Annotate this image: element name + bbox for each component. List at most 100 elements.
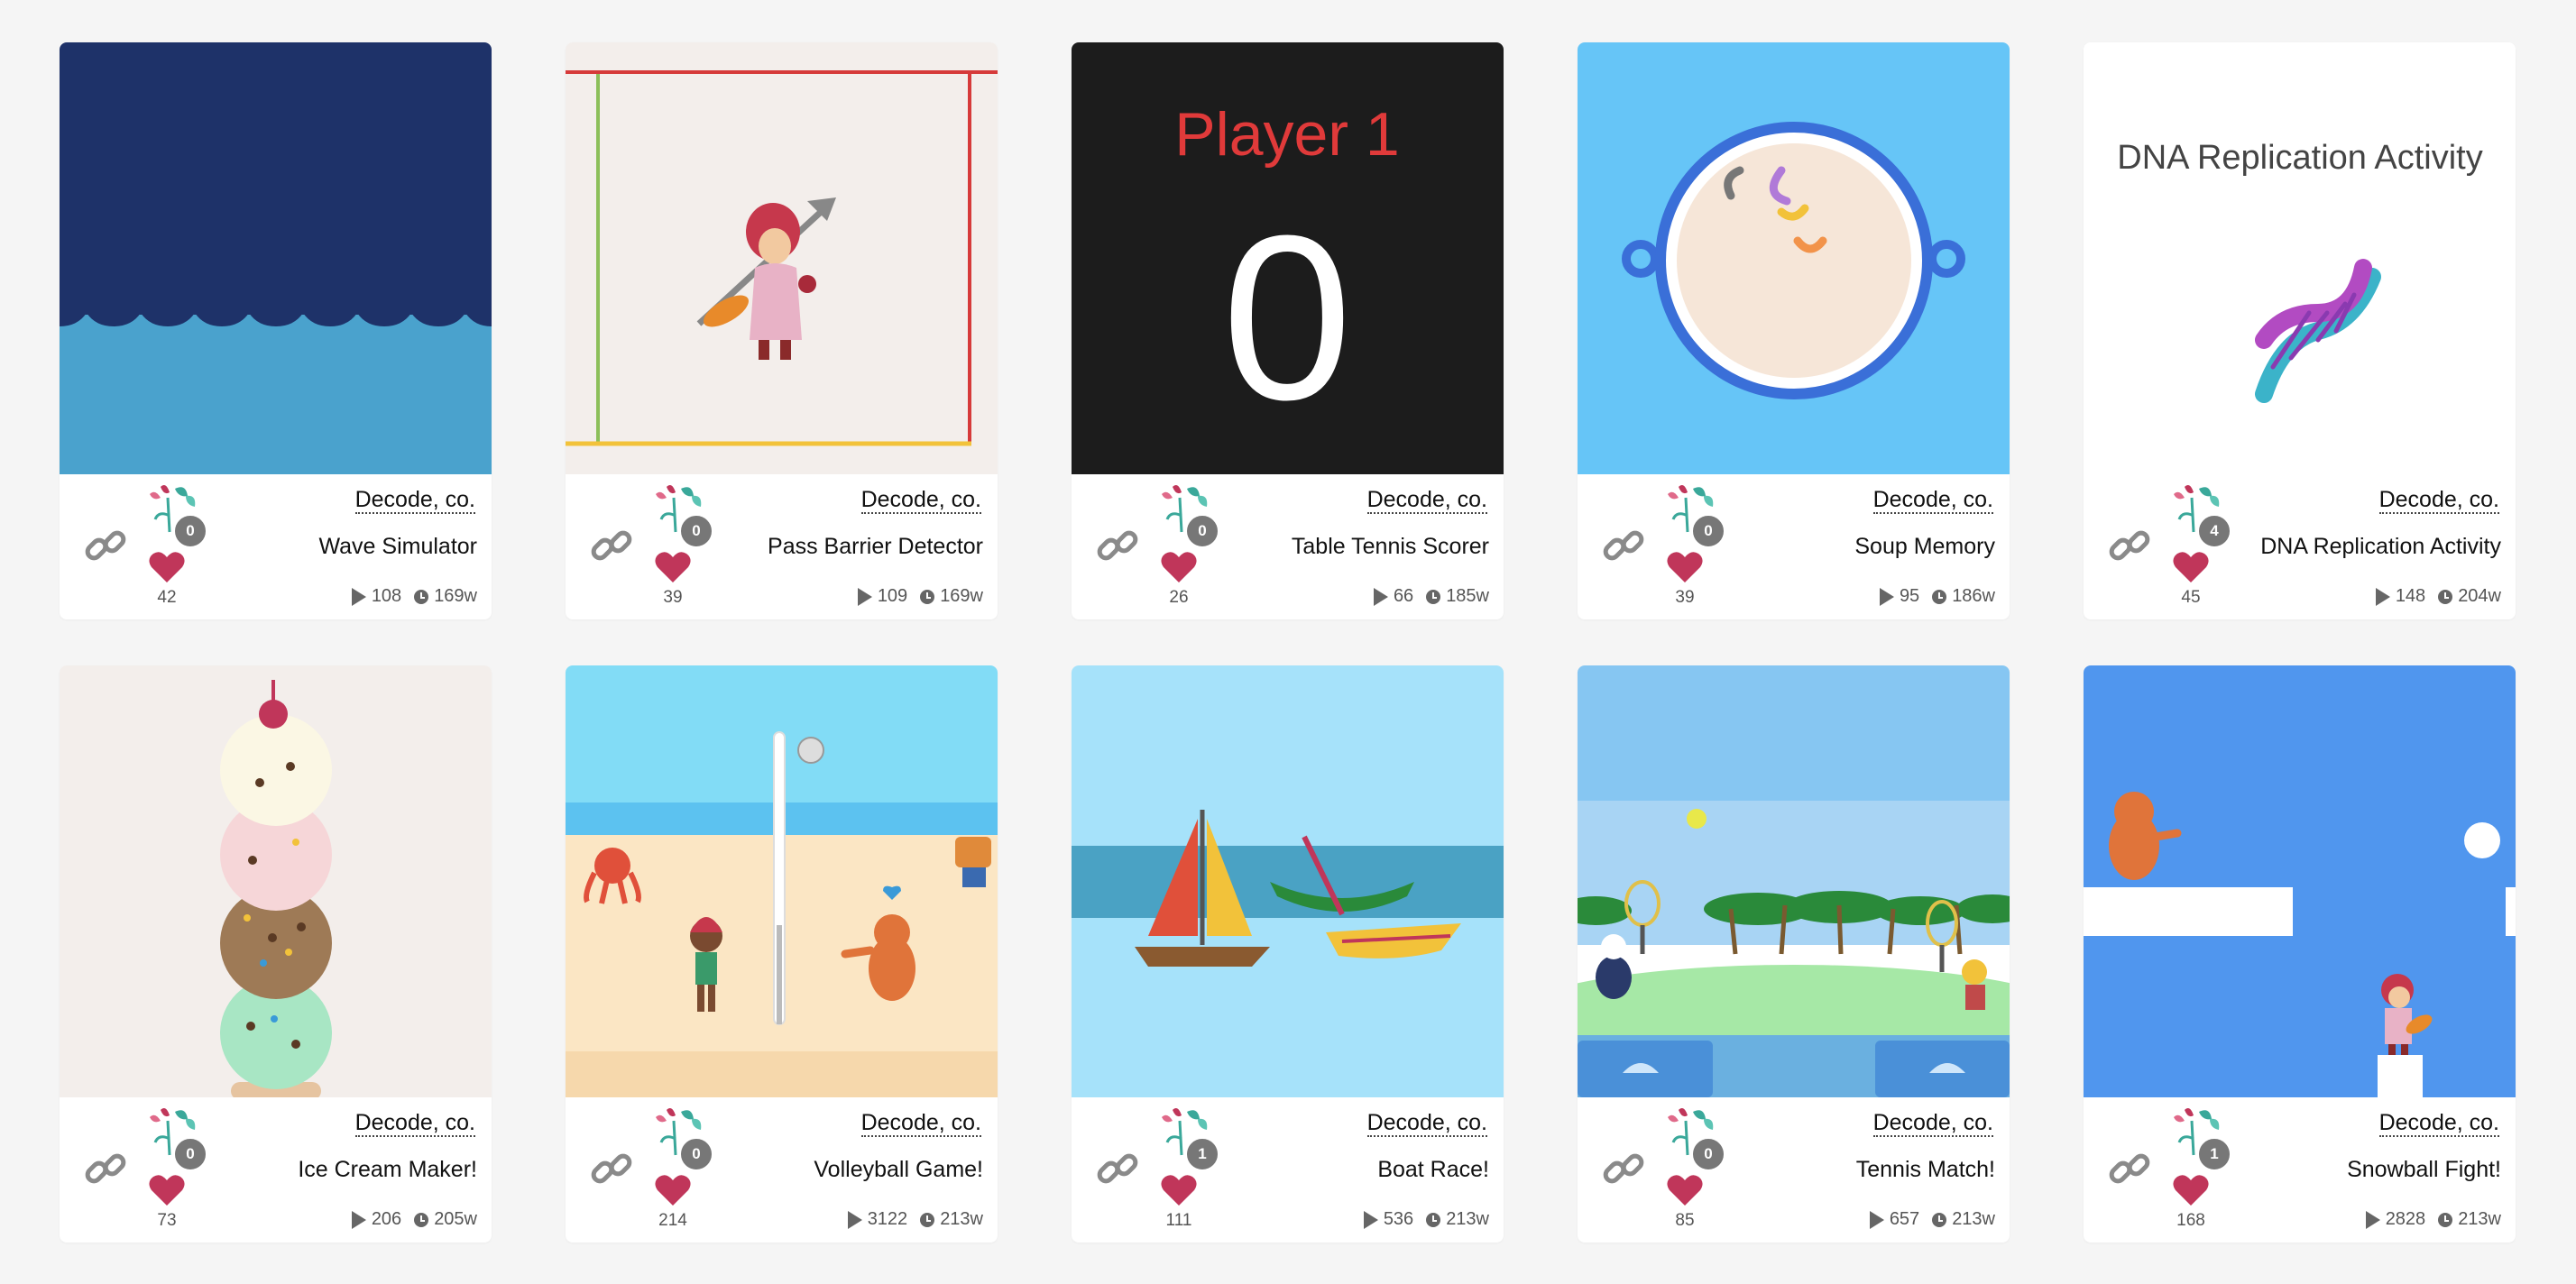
remix-count-badge: 0: [173, 514, 207, 548]
project-title[interactable]: Soup Memory: [1854, 534, 1995, 560]
heart-icon[interactable]: [148, 1173, 186, 1207]
soup-bowl-thumbnail[interactable]: [1578, 42, 2010, 474]
play-icon: [351, 1210, 366, 1229]
project-title[interactable]: Volleyball Game!: [814, 1157, 983, 1183]
like-count: 42: [157, 588, 177, 607]
scoreboard-thumbnail[interactable]: Player 1 0: [1072, 42, 1504, 474]
project-age: 205w: [434, 1209, 477, 1229]
project-card[interactable]: 0 73 Decode, co. Ice Cream Maker! 206 205…: [60, 665, 492, 1243]
project-age: 169w: [434, 586, 477, 606]
play-count: 2828: [2385, 1209, 2426, 1229]
boats-thumbnail[interactable]: [1072, 665, 1504, 1097]
remix-count-badge: 0: [173, 1137, 207, 1171]
scoreboard-player-label: Player 1: [1174, 100, 1399, 169]
project-stats: 536 213w: [1363, 1209, 1489, 1230]
heart-icon[interactable]: [1666, 550, 1704, 584]
project-card[interactable]: 0 85 Decode, co. Tennis Match! 657 213w: [1578, 665, 2010, 1243]
link-icon[interactable]: [81, 521, 132, 572]
project-title[interactable]: Tennis Match!: [1856, 1157, 1995, 1183]
heart-icon[interactable]: [654, 550, 692, 584]
link-icon[interactable]: [1599, 521, 1650, 572]
like-count: 39: [1675, 588, 1695, 607]
remix-count-badge: 4: [2197, 514, 2231, 548]
like-count: 73: [157, 1211, 177, 1230]
dna-thumbnail[interactable]: DNA Replication Activity: [2084, 42, 2516, 474]
play-count: 206: [371, 1209, 402, 1229]
play-count: 108: [371, 586, 402, 606]
link-icon[interactable]: [2105, 1144, 2156, 1195]
snowball-fight-thumbnail[interactable]: [2084, 665, 2516, 1097]
play-count: 3122: [867, 1209, 908, 1229]
author-link[interactable]: Decode, co.: [860, 1110, 981, 1137]
remix-count-badge: 1: [2197, 1137, 2231, 1171]
project-stats: 109 169w: [857, 586, 983, 607]
play-icon: [857, 587, 872, 606]
author-link[interactable]: Decode, co.: [860, 487, 981, 514]
dna-thumb-title: DNA Replication Activity: [2117, 139, 2483, 177]
like-count: 111: [1165, 1211, 1192, 1230]
project-stats: 148 204w: [2375, 586, 2501, 607]
project-card[interactable]: 0 42 Decode, co. Wave Simulator 108 169w: [60, 42, 492, 619]
clock-icon: [1932, 589, 1947, 604]
heart-icon[interactable]: [1666, 1173, 1704, 1207]
project-card[interactable]: 1 111 Decode, co. Boat Race! 536 213w: [1072, 665, 1504, 1243]
author-link[interactable]: Decode, co.: [2378, 487, 2499, 514]
play-count: 148: [2395, 586, 2426, 606]
project-card[interactable]: DNA Replication Activity 4 45 Decode, co…: [2084, 42, 2516, 619]
project-card[interactable]: 0 39 Decode, co. Pass Barrier Detector 1…: [566, 42, 998, 619]
project-age: 213w: [2458, 1209, 2501, 1229]
project-title[interactable]: Boat Race!: [1377, 1157, 1489, 1183]
ice-cream-stack-thumbnail[interactable]: [60, 665, 492, 1097]
author-link[interactable]: Decode, co.: [354, 1110, 475, 1137]
author-link[interactable]: Decode, co.: [354, 487, 475, 514]
project-title[interactable]: Table Tennis Scorer: [1292, 534, 1489, 560]
clock-icon: [1932, 1212, 1947, 1227]
project-card[interactable]: 1 168 Decode, co. Snowball Fight! 2828 21…: [2084, 665, 2516, 1243]
project-age: 213w: [1952, 1209, 1995, 1229]
heart-icon[interactable]: [148, 550, 186, 584]
clock-icon: [2438, 589, 2453, 604]
author-link[interactable]: Decode, co.: [2378, 1110, 2499, 1137]
heart-icon[interactable]: [2172, 1173, 2210, 1207]
waves-thumbnail[interactable]: [60, 42, 492, 474]
link-icon[interactable]: [1093, 1144, 1144, 1195]
girl-with-arrow-thumbnail[interactable]: [566, 42, 998, 474]
project-stats: 95 186w: [1879, 586, 1995, 607]
project-title[interactable]: Pass Barrier Detector: [768, 534, 983, 560]
link-icon[interactable]: [1093, 521, 1144, 572]
link-icon[interactable]: [587, 521, 638, 572]
clock-icon: [920, 1212, 935, 1227]
author-link[interactable]: Decode, co.: [1872, 1110, 1993, 1137]
project-card[interactable]: 0 39 Decode, co. Soup Memory 95 186w: [1578, 42, 2010, 619]
play-icon: [1869, 1210, 1884, 1229]
project-age: 204w: [2458, 586, 2501, 606]
beach-volleyball-thumbnail[interactable]: [566, 665, 998, 1097]
link-icon[interactable]: [587, 1144, 638, 1195]
clock-icon: [2438, 1212, 2453, 1227]
project-card[interactable]: Player 1 0 0 26 Decode, co. Table Tennis…: [1072, 42, 1504, 619]
tennis-court-thumbnail[interactable]: [1578, 665, 2010, 1097]
link-icon[interactable]: [81, 1144, 132, 1195]
play-count: 657: [1889, 1209, 1920, 1229]
like-count: 168: [2176, 1211, 2205, 1230]
author-link[interactable]: Decode, co.: [1366, 487, 1487, 514]
project-card[interactable]: 0 214 Decode, co. Volleyball Game! 3122 2…: [566, 665, 998, 1243]
link-icon[interactable]: [1599, 1144, 1650, 1195]
project-stats: 66 185w: [1373, 586, 1489, 607]
project-title[interactable]: Snowball Fight!: [2347, 1157, 2501, 1183]
play-count: 109: [877, 586, 908, 606]
project-grid: 0 42 Decode, co. Wave Simulator 108 169w: [60, 42, 2516, 1243]
remix-count-badge: 1: [1185, 1137, 1219, 1171]
heart-icon[interactable]: [654, 1173, 692, 1207]
link-icon[interactable]: [2105, 521, 2156, 572]
project-title[interactable]: Ice Cream Maker!: [298, 1157, 477, 1183]
project-title[interactable]: DNA Replication Activity: [2260, 534, 2501, 560]
author-link[interactable]: Decode, co.: [1366, 1110, 1487, 1137]
heart-icon[interactable]: [1160, 550, 1198, 584]
author-link[interactable]: Decode, co.: [1872, 487, 1993, 514]
play-icon: [847, 1210, 862, 1229]
like-count: 45: [2181, 588, 2201, 607]
project-title[interactable]: Wave Simulator: [318, 534, 477, 560]
heart-icon[interactable]: [1160, 1173, 1198, 1207]
heart-icon[interactable]: [2172, 550, 2210, 584]
